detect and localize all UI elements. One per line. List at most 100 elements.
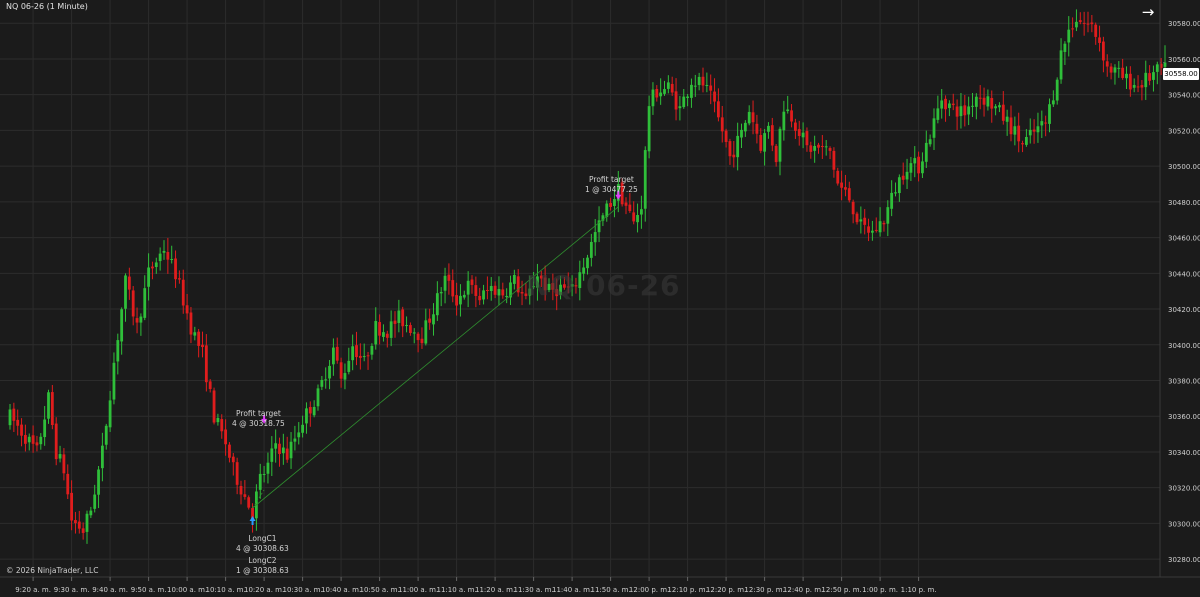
x-tick-label: 12:10 p. m. <box>667 586 707 594</box>
candle-body <box>104 425 108 445</box>
candle-body <box>486 289 489 291</box>
candle-body <box>193 332 197 336</box>
candle-body <box>724 130 728 143</box>
candle-body <box>351 346 355 361</box>
candle-body <box>936 108 940 120</box>
x-tick-label: 11:00 a. m. <box>398 586 438 594</box>
x-tick-label: 1:00 p. m. <box>862 586 898 594</box>
candle-body <box>305 408 308 424</box>
candle-body <box>320 379 324 387</box>
candle-body <box>836 170 840 184</box>
x-tick-label: 10:50 a. m. <box>360 586 400 594</box>
candle-body <box>963 105 967 116</box>
y-tick-label: 30440.00 <box>1168 270 1200 278</box>
candle-body <box>886 207 890 224</box>
candle-body <box>389 321 393 338</box>
candle-body <box>308 407 312 414</box>
candle-body <box>270 448 274 462</box>
long-entry-2-detail: 1 @ 30308.63 <box>236 566 289 575</box>
candle-body <box>805 131 809 146</box>
candle-body <box>462 294 466 298</box>
candle-body <box>593 232 597 243</box>
candle-body <box>897 177 901 194</box>
candle-body <box>655 88 659 98</box>
candle-body <box>932 118 936 138</box>
candle-body <box>35 442 39 446</box>
candle-body <box>1051 100 1055 105</box>
candle-body <box>366 355 370 357</box>
x-tick-label: 10:10 a. m. <box>206 586 246 594</box>
candle-body <box>786 109 790 112</box>
candle-body <box>605 203 609 217</box>
candle-body <box>120 309 124 342</box>
candle-body <box>81 528 85 533</box>
candle-body <box>131 290 135 317</box>
candle-body <box>797 129 801 136</box>
candle-body <box>54 423 58 460</box>
candle-body <box>663 89 666 94</box>
y-axis: 30280.00 30300.00 30320.00 30340.00 30360.00… <box>1159 0 1200 577</box>
x-tick-label: 12:40 p. m. <box>783 586 823 594</box>
candle-body <box>58 454 62 459</box>
x-tick-label: 11:10 a. m. <box>437 586 477 594</box>
candle-body <box>112 362 116 400</box>
candle-body <box>628 204 632 212</box>
candle-body <box>385 333 389 338</box>
candle-body <box>274 443 278 449</box>
candle-body <box>520 291 524 294</box>
x-tick-label: 9:40 a. m. <box>92 586 128 594</box>
candle-body <box>990 98 994 109</box>
y-tick-label: 30500.00 <box>1168 163 1200 171</box>
candle-body <box>1117 67 1121 69</box>
candle-body <box>220 419 224 432</box>
candle-body <box>66 473 70 495</box>
candle-body <box>790 110 793 122</box>
trade-lines <box>249 62 1165 525</box>
candle-body <box>717 101 720 118</box>
candle-body <box>405 325 408 327</box>
candle-body <box>917 156 920 174</box>
candle-body <box>266 462 270 474</box>
candle-body <box>262 473 266 475</box>
candle-body <box>8 409 12 426</box>
candle-body <box>967 106 971 115</box>
long-entry-2-title: LongC2 <box>248 556 277 565</box>
candle-body <box>1090 22 1094 25</box>
candle-body <box>139 316 143 323</box>
candle-body <box>435 293 439 316</box>
candle-body <box>101 445 104 469</box>
trade-line-1 <box>252 489 265 509</box>
candle-body <box>994 106 997 109</box>
candle-body <box>489 285 493 292</box>
candle-body <box>751 112 755 123</box>
candle-body <box>874 229 878 231</box>
y-tick-label: 30380.00 <box>1168 377 1200 385</box>
candle-body <box>1152 72 1155 80</box>
y-tick-label: 30360.00 <box>1168 413 1200 421</box>
candle-body <box>170 258 174 260</box>
candle-body <box>239 486 243 495</box>
arrow-right-icon[interactable]: → <box>1138 4 1158 20</box>
candle-body <box>982 97 986 105</box>
candle-body <box>197 331 201 346</box>
candle-body <box>774 145 778 163</box>
y-tick-label: 30400.00 <box>1168 342 1200 350</box>
candle-body <box>151 266 154 269</box>
candle-body <box>50 392 54 426</box>
candle-body <box>162 250 166 253</box>
candle-body <box>247 497 251 508</box>
candle-body <box>871 230 874 233</box>
candle-body <box>397 310 401 323</box>
candle-body <box>158 253 162 262</box>
candle-body <box>921 161 924 174</box>
candle-body <box>1144 72 1148 88</box>
candle-body <box>728 141 732 157</box>
current-price-tag: 30558.00 <box>1163 68 1199 80</box>
candle-body <box>324 379 328 381</box>
candle-body <box>289 441 293 459</box>
candle-body <box>135 318 139 323</box>
candle-body <box>1075 21 1078 28</box>
candle-body <box>1086 23 1090 25</box>
candle-body <box>867 226 870 233</box>
candle-body <box>70 492 73 521</box>
